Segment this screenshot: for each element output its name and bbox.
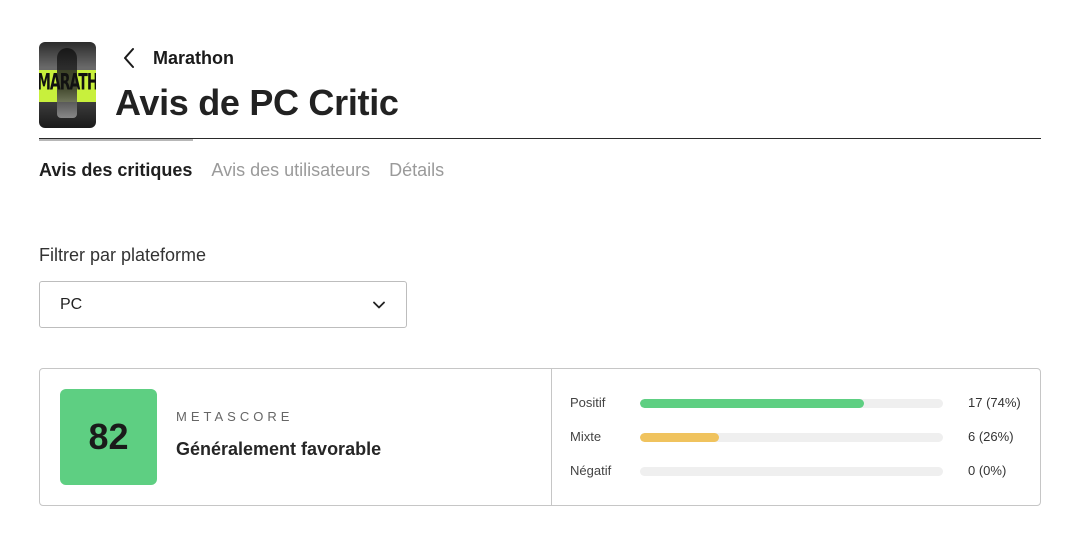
tab-bar: Avis des critiques Avis des utilisateurs… <box>39 160 463 184</box>
distribution-count: 0 (0%) <box>968 463 1007 478</box>
distribution-row-mixed: Mixte 6 (26%) <box>570 429 1030 445</box>
tab-critic-reviews[interactable]: Avis des critiques <box>39 160 192 184</box>
platform-select[interactable]: PC <box>39 281 407 328</box>
active-tab-indicator <box>39 139 193 141</box>
metascore-value: 82 <box>88 416 129 457</box>
tab-user-reviews[interactable]: Avis des utilisateurs <box>211 160 370 184</box>
page-header: MARATHON Marathon Avis de PC Critic <box>39 42 1041 141</box>
distribution-count: 17 (74%) <box>968 395 1021 410</box>
distribution-row-positive: Positif 17 (74%) <box>570 395 1030 411</box>
card-divider <box>551 369 552 505</box>
distribution-row-negative: Négatif 0 (0%) <box>570 463 1030 479</box>
distribution-count: 6 (26%) <box>968 429 1014 444</box>
distribution-bar-mixed <box>640 433 719 442</box>
metascore-label: METASCORE <box>176 409 294 424</box>
chevron-down-icon <box>373 301 385 309</box>
page-title: Avis de PC Critic <box>115 82 399 123</box>
thumbnail-logo: MARATHON <box>39 70 96 96</box>
metascore-badge: 82 <box>60 389 157 485</box>
tab-details[interactable]: Détails <box>389 160 444 184</box>
platform-select-value: PC <box>60 295 83 313</box>
distribution-label: Positif <box>570 395 606 410</box>
distribution-track <box>640 433 943 442</box>
distribution-track <box>640 399 943 408</box>
distribution-label: Mixte <box>570 429 602 444</box>
chevron-left-icon <box>124 48 134 68</box>
platform-filter-label: Filtrer par plateforme <box>39 245 207 265</box>
metascore-card: 82 METASCORE Généralement favorable Posi… <box>39 368 1041 506</box>
distribution-label: Négatif <box>570 463 612 478</box>
distribution-bar-positive <box>640 399 865 408</box>
back-link-label: Marathon <box>153 47 234 68</box>
back-link[interactable]: Marathon <box>121 44 234 72</box>
metascore-description: Généralement favorable <box>176 439 382 459</box>
game-thumbnail[interactable]: MARATHON <box>39 42 96 128</box>
distribution-track <box>640 467 943 476</box>
